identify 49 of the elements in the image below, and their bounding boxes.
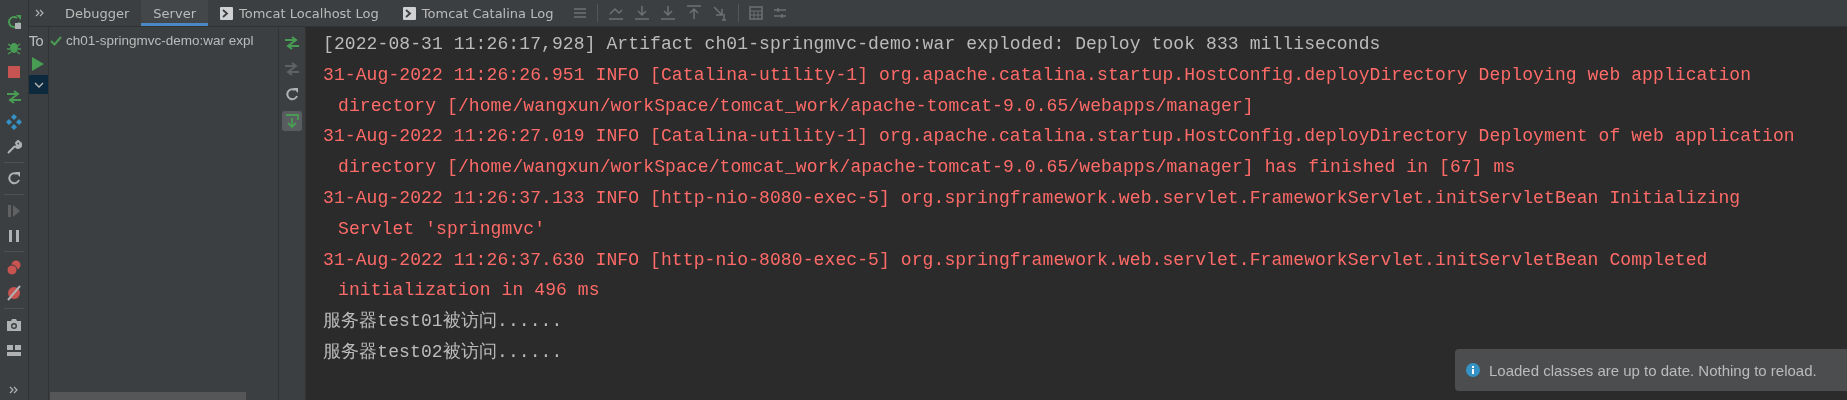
rerun-icon[interactable] bbox=[6, 13, 22, 30]
download-icon[interactable] bbox=[660, 5, 677, 21]
info-icon bbox=[1466, 363, 1480, 377]
calculator-icon[interactable] bbox=[749, 6, 764, 20]
scrollbar[interactable] bbox=[50, 392, 246, 400]
camera-icon[interactable] bbox=[6, 316, 22, 333]
diamonds-icon[interactable] bbox=[6, 113, 22, 130]
log-line: [2022-08-31 11:26:17,928] Artifact ch01-springmvc-demo:war exploded: Deploy took 833 milliseconds bbox=[323, 33, 1381, 56]
run-icon[interactable] bbox=[32, 57, 44, 71]
log-line: 服务器test02被访问...... bbox=[323, 340, 563, 364]
panel-tab[interactable]: To bbox=[29, 27, 44, 53]
breakpoints-icon[interactable] bbox=[6, 259, 22, 276]
notification: Loaded classes are up to date. Nothing to reload. bbox=[1455, 349, 1847, 391]
log-line: directory [/home/wangxun/workSpace/tomcat_work/apache-tomcat-9.0.65/webapps/manager] has finished in [67] ms bbox=[338, 156, 1516, 180]
wrench-icon[interactable] bbox=[6, 138, 22, 155]
log-line: 31-Aug-2022 11:26:37.133 INFO [http-nio-8080-exec-5] org.springframework.web.servlet.FrameworkServlet.initServletBean Initializing bbox=[323, 187, 1741, 210]
tab[interactable]: Tomcat Catalina Log bbox=[390, 0, 566, 26]
dropdown-button[interactable] bbox=[29, 75, 48, 94]
log-line: 31-Aug-2022 11:26:37.630 INFO [http-nio-8080-exec-5] org.springframework.web.servlet.FrameworkServlet.initServletBean Completed bbox=[323, 248, 1708, 272]
refresh-icon[interactable] bbox=[6, 170, 22, 187]
log-line: 31-Aug-2022 11:26:26.951 INFO [Catalina-utility-1] org.apache.catalina.startup.HostConfig.deployDirectory Deploying web application bbox=[323, 63, 1752, 87]
tab[interactable]: Tomcat Localhost Log bbox=[208, 0, 391, 26]
console-icon bbox=[220, 6, 233, 20]
pause-icon[interactable] bbox=[6, 227, 22, 244]
chevron-icon[interactable] bbox=[9, 386, 19, 394]
stop-icon[interactable] bbox=[6, 63, 22, 80]
undeploy-icon[interactable] bbox=[284, 61, 300, 77]
deploy-icon[interactable] bbox=[284, 35, 300, 51]
chevron-down-icon bbox=[33, 81, 44, 88]
mute-breakpoints-icon[interactable] bbox=[6, 284, 22, 301]
upload-icon[interactable] bbox=[686, 5, 703, 21]
log-line: directory [/home/wangxun/workSpace/tomcat_work/apache-tomcat-9.0.65/webapps/manager] bbox=[338, 94, 1254, 118]
console-icon bbox=[402, 6, 416, 20]
log-line: Servlet 'springmvc' bbox=[338, 217, 546, 241]
log-line: 服务器test01被访问...... bbox=[323, 310, 563, 334]
deploy-icon[interactable] bbox=[6, 88, 22, 105]
download-icon bbox=[285, 114, 299, 128]
resume-icon[interactable] bbox=[6, 202, 22, 219]
chevron-icon[interactable] bbox=[35, 9, 45, 17]
refresh-icon[interactable] bbox=[284, 87, 300, 103]
log-line: initialization in 496 ms bbox=[338, 279, 600, 303]
tab[interactable]: Server bbox=[141, 0, 208, 26]
download-icon[interactable] bbox=[634, 5, 651, 21]
tree-item[interactable]: ch01-springmvc-demo:war expl bbox=[49, 27, 278, 48]
menu-icon[interactable] bbox=[573, 6, 588, 20]
sliders-icon[interactable] bbox=[773, 6, 788, 20]
log-line: 31-Aug-2022 11:26:27.019 INFO [Catalina-utility-1] org.apache.catalina.startup.HostConfig.deployDirectory Deployment of web application bbox=[323, 125, 1795, 149]
download-button[interactable] bbox=[282, 111, 302, 131]
tab[interactable]: Debugger bbox=[53, 0, 142, 26]
